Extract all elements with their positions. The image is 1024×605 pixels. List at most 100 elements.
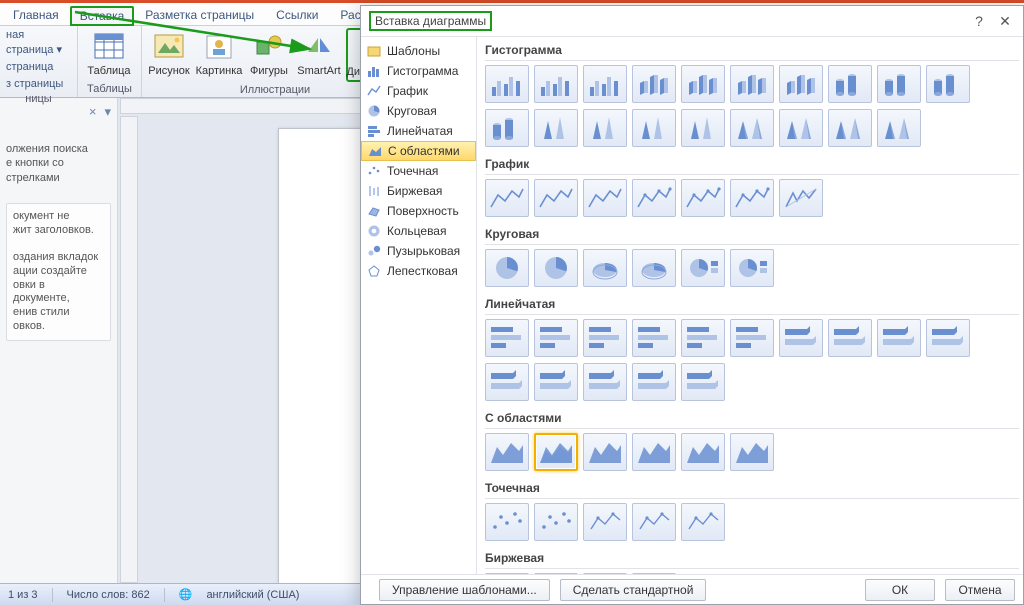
chart-thumb[interactable] <box>779 179 823 217</box>
chart-thumb[interactable] <box>730 109 774 147</box>
chart-thumb[interactable] <box>877 109 921 147</box>
chart-thumb[interactable] <box>681 65 725 103</box>
nav-hint: олжения поиска е кнопки со стрелками <box>6 142 111 185</box>
cat-area[interactable]: С областями <box>361 141 476 161</box>
clipart-button[interactable]: Картинка <box>194 28 244 80</box>
chart-thumb[interactable] <box>632 109 676 147</box>
nav-page-break[interactable]: з страницы <box>6 77 63 92</box>
status-language[interactable]: английский (США) <box>206 589 299 601</box>
group-tables: Таблицы <box>82 81 137 97</box>
nav-close-icon[interactable]: × <box>89 104 97 120</box>
chart-thumb[interactable] <box>632 503 676 541</box>
chart-thumb[interactable] <box>485 109 529 147</box>
picture-button[interactable]: Рисунок <box>146 28 192 80</box>
chart-thumb[interactable] <box>681 179 725 217</box>
tab-layout[interactable]: Разметка страницы <box>134 4 265 25</box>
cat-surface[interactable]: Поверхность <box>361 201 476 221</box>
cat-column[interactable]: Гистограмма <box>361 61 476 81</box>
chart-thumb[interactable] <box>534 433 578 471</box>
smartart-button[interactable]: SmartArt <box>294 28 344 80</box>
cat-scatter[interactable]: Точечная <box>361 161 476 181</box>
chart-thumb[interactable] <box>779 319 823 357</box>
chart-gallery[interactable]: Гистограмма График Круговая Линейчатая С… <box>477 37 1023 574</box>
chart-thumb[interactable] <box>583 433 627 471</box>
chart-thumb[interactable] <box>828 109 872 147</box>
chart-thumb[interactable] <box>877 319 921 357</box>
chart-thumb[interactable] <box>779 65 823 103</box>
dialog-close-button[interactable]: ✕ <box>993 10 1017 32</box>
chart-thumb[interactable] <box>779 109 823 147</box>
tab-home[interactable]: Главная <box>2 4 70 25</box>
chart-thumb[interactable] <box>583 179 627 217</box>
smartart-icon <box>303 31 335 63</box>
nav-dropdown-icon[interactable]: ▾ <box>104 104 111 120</box>
shapes-button[interactable]: Фигуры <box>246 28 292 80</box>
cat-line[interactable]: График <box>361 81 476 101</box>
chart-thumb[interactable] <box>926 319 970 357</box>
status-words[interactable]: Число слов: 862 <box>67 589 150 601</box>
chart-thumb[interactable] <box>534 65 578 103</box>
chart-thumb[interactable] <box>534 109 578 147</box>
chart-thumb[interactable] <box>681 319 725 357</box>
chart-thumb[interactable] <box>485 363 529 401</box>
dialog-help-button[interactable]: ? <box>967 10 991 32</box>
chart-thumb[interactable] <box>730 433 774 471</box>
chart-thumb[interactable] <box>730 65 774 103</box>
section-area: С областями <box>485 407 1019 429</box>
chart-thumb[interactable] <box>583 249 627 287</box>
chart-thumb[interactable] <box>632 249 676 287</box>
chart-thumb[interactable] <box>485 433 529 471</box>
chart-thumb[interactable] <box>534 179 578 217</box>
chart-thumb[interactable] <box>583 363 627 401</box>
chart-thumb[interactable] <box>828 65 872 103</box>
chart-thumb[interactable] <box>632 179 676 217</box>
chart-thumb[interactable] <box>926 65 970 103</box>
shapes-icon <box>253 31 285 63</box>
chart-thumb[interactable] <box>534 249 578 287</box>
tab-insert[interactable]: Вставка <box>70 6 135 26</box>
chart-thumb[interactable] <box>534 363 578 401</box>
chart-thumb[interactable] <box>485 249 529 287</box>
cat-stock[interactable]: Биржевая <box>361 181 476 201</box>
section-bar: Линейчатая <box>485 293 1019 315</box>
ok-button[interactable]: ОК <box>865 579 935 601</box>
cat-bar[interactable]: Линейчатая <box>361 121 476 141</box>
chart-thumb[interactable] <box>681 109 725 147</box>
chart-thumb[interactable] <box>828 319 872 357</box>
cat-donut[interactable]: Кольцевая <box>361 221 476 241</box>
chart-thumb[interactable] <box>485 503 529 541</box>
cat-templates[interactable]: Шаблоны <box>361 41 476 61</box>
cat-radar[interactable]: Лепестковая <box>361 261 476 281</box>
chart-thumb[interactable] <box>583 319 627 357</box>
chart-thumb[interactable] <box>730 249 774 287</box>
set-default-button[interactable]: Сделать стандартной <box>560 579 707 601</box>
cat-pie[interactable]: Круговая <box>361 101 476 121</box>
manage-templates-button[interactable]: Управление шаблонами... <box>379 579 550 601</box>
chart-thumb[interactable] <box>681 433 725 471</box>
cat-bubble[interactable]: Пузырьковая <box>361 241 476 261</box>
nav-cover-page[interactable]: ная страница ▾ <box>6 28 73 58</box>
table-button[interactable]: Таблица <box>82 28 136 80</box>
chart-thumb[interactable] <box>485 179 529 217</box>
status-page[interactable]: 1 из 3 <box>8 589 38 601</box>
chart-thumb[interactable] <box>730 179 774 217</box>
chart-thumb[interactable] <box>632 363 676 401</box>
chart-thumb[interactable] <box>632 319 676 357</box>
chart-thumb[interactable] <box>583 503 627 541</box>
tab-links[interactable]: Ссылки <box>265 4 329 25</box>
chart-thumb[interactable] <box>632 65 676 103</box>
chart-thumb[interactable] <box>681 249 725 287</box>
chart-thumb[interactable] <box>534 319 578 357</box>
chart-thumb[interactable] <box>632 433 676 471</box>
chart-thumb[interactable] <box>877 65 921 103</box>
chart-thumb[interactable] <box>681 503 725 541</box>
chart-thumb[interactable] <box>583 109 627 147</box>
chart-thumb[interactable] <box>583 65 627 103</box>
chart-thumb[interactable] <box>730 319 774 357</box>
chart-thumb[interactable] <box>485 65 529 103</box>
nav-blank-page[interactable]: страница <box>6 60 53 75</box>
cancel-button[interactable]: Отмена <box>945 579 1015 601</box>
chart-thumb[interactable] <box>534 503 578 541</box>
chart-thumb[interactable] <box>681 363 725 401</box>
chart-thumb[interactable] <box>485 319 529 357</box>
